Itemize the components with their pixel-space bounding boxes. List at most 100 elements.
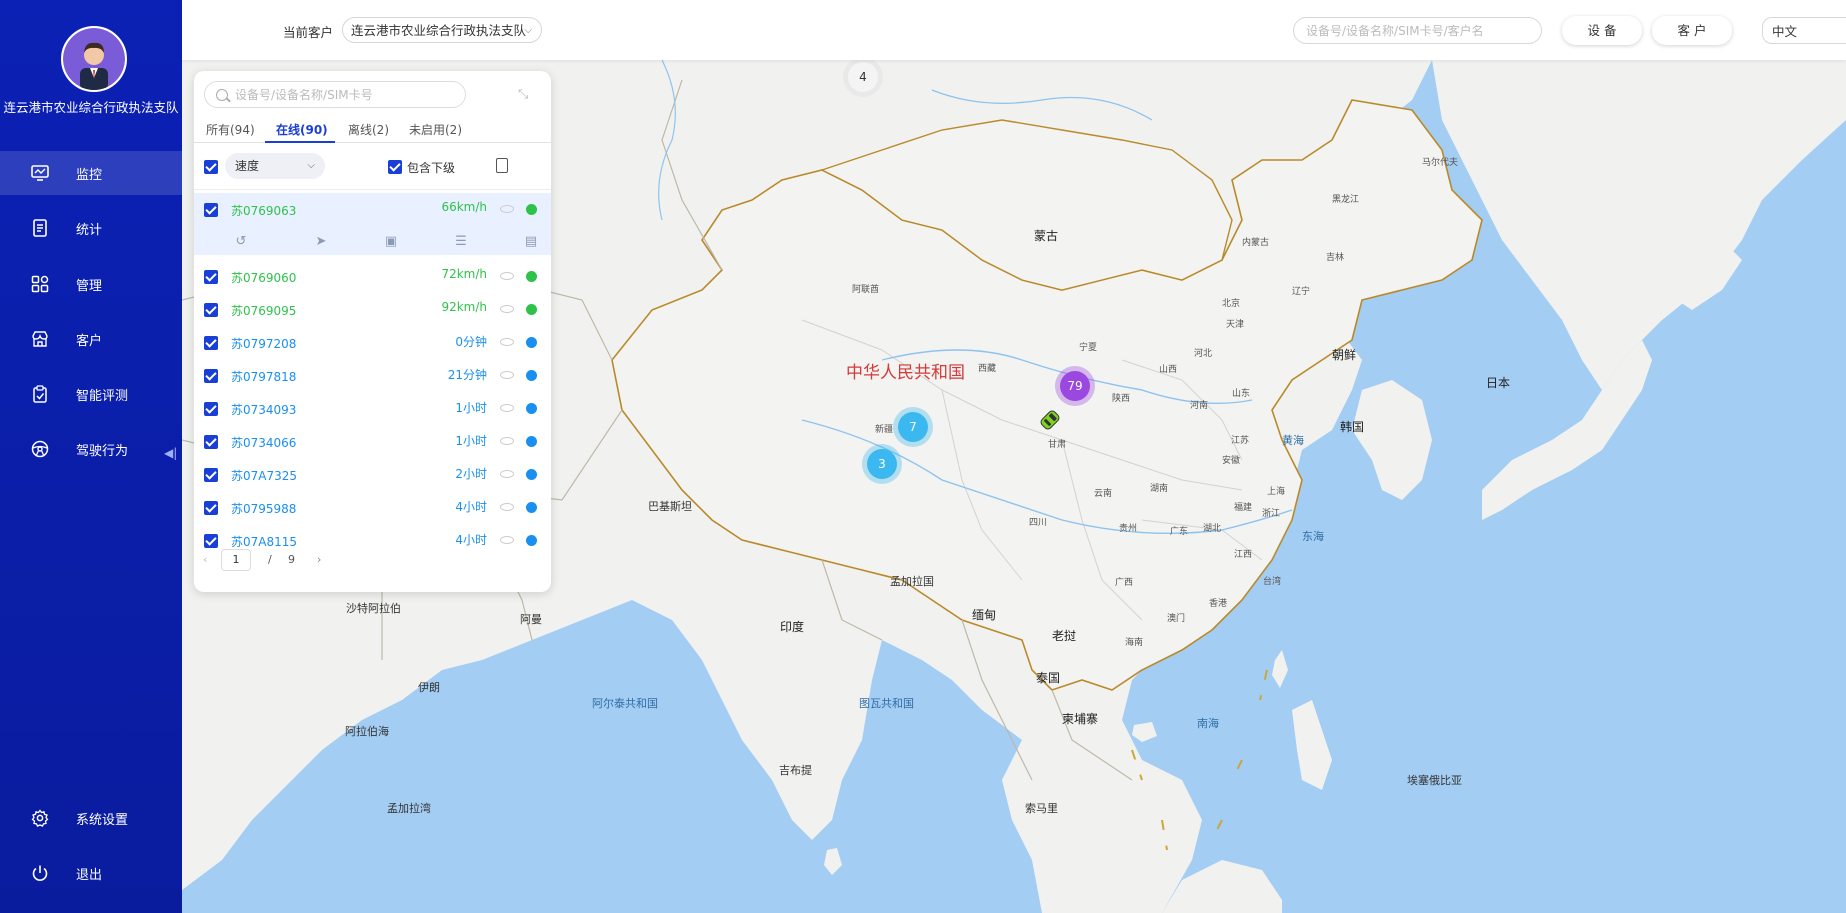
device-row[interactable]: 苏0795988 4小时 [194, 492, 551, 520]
next-page-icon[interactable]: › [317, 553, 321, 566]
device-plate[interactable]: 苏0795988 [231, 500, 296, 517]
sidebar-item-logout[interactable]: 退出 [0, 851, 182, 895]
eye-icon[interactable] [500, 470, 514, 478]
device-row[interactable]: 苏0797208 0分钟 [194, 327, 551, 355]
device-value: 72km/h [441, 267, 487, 281]
device-checkbox[interactable] [204, 203, 218, 217]
map-label: 柬埔寨 [1062, 712, 1099, 726]
eye-icon[interactable] [500, 371, 514, 379]
sidebar-item-statistics[interactable]: 统计 [0, 206, 182, 250]
device-row[interactable]: 苏0769095 92km/h [194, 294, 551, 322]
select-all-checkbox[interactable] [204, 160, 218, 174]
collapse-panel-icon[interactable]: ⤡ [518, 88, 532, 102]
list-view-icon[interactable] [496, 158, 508, 173]
history-icon[interactable]: ↺ [234, 235, 248, 249]
eye-icon[interactable] [500, 536, 514, 544]
device-search-input[interactable]: 设备号/设备名称/SIM卡号 [204, 81, 466, 108]
report-icon[interactable]: ▤ [524, 235, 538, 249]
status-dot [526, 502, 537, 513]
device-plate[interactable]: 苏07A8115 [231, 533, 297, 550]
language-select[interactable]: 中文 [1762, 17, 1846, 44]
device-checkbox[interactable] [204, 402, 218, 416]
map-label: 吉布提 [779, 764, 812, 777]
device-plate[interactable]: 苏0734093 [231, 401, 296, 418]
map-label: 山东 [1232, 389, 1251, 399]
sort-select-value: 速度 [235, 159, 260, 173]
status-dot [526, 403, 537, 414]
device-row[interactable]: 苏0734066 1小时 [194, 426, 551, 454]
device-row[interactable]: 苏0769060 72km/h [194, 261, 551, 289]
device-checkbox[interactable] [204, 270, 218, 284]
include-sub-checkbox[interactable] [388, 160, 402, 174]
map-label: 缅甸 [972, 608, 997, 622]
map-label: 北京 [1222, 299, 1241, 309]
device-row[interactable]: 苏0734093 1小时 [194, 393, 551, 421]
sidebar-item-monitor[interactable]: 监控 [0, 151, 182, 195]
eye-icon[interactable] [500, 437, 514, 445]
device-checkbox[interactable] [204, 303, 218, 317]
map-label: 沙特阿拉伯 [346, 602, 401, 615]
device-plate[interactable]: 苏0769060 [231, 269, 296, 286]
device-checkbox[interactable] [204, 468, 218, 482]
map-label: 新疆 [875, 425, 894, 435]
eye-icon[interactable] [500, 205, 514, 213]
map-label: 广西 [1115, 578, 1134, 588]
map-cluster[interactable]: 3 [867, 449, 897, 479]
map-label: 埃塞俄比亚 [1407, 774, 1462, 787]
map-cluster[interactable]: 79 [1060, 371, 1090, 401]
user-avatar[interactable] [61, 26, 127, 92]
device-plate[interactable]: 苏0797818 [231, 368, 296, 385]
details-icon[interactable]: ☰ [454, 235, 468, 249]
map-label: 安徽 [1222, 456, 1241, 466]
navigate-icon[interactable]: ➤ [314, 235, 328, 249]
map-label: 云南 [1094, 489, 1113, 499]
video-icon[interactable]: ▣ [384, 235, 398, 249]
tab-online[interactable]: 在线(90) [276, 121, 328, 138]
map-label: 陕西 [1112, 394, 1131, 404]
sidebar-item-customer[interactable]: 客户 [0, 317, 182, 361]
map-label: 阿联酋 [852, 285, 880, 295]
page-number-input[interactable]: 1 [221, 549, 251, 571]
cluster-count: 3 [878, 457, 886, 471]
map-label: 孟加拉湾 [387, 802, 431, 815]
sidebar-item-smart-evaluation[interactable]: 智能评测 [0, 372, 182, 416]
status-dot [526, 436, 537, 447]
tab-offline[interactable]: 离线(2) [348, 121, 389, 138]
device-row[interactable]: 苏0797818 21分钟 [194, 360, 551, 388]
map-label: 福建 [1234, 503, 1253, 513]
sort-select[interactable]: 速度 ⌵ [225, 153, 325, 179]
device-row[interactable]: 苏0769063 66km/h ↺ ➤ ▣ ☰ ▤ [194, 193, 551, 255]
device-plate[interactable]: 苏0734066 [231, 434, 296, 451]
eye-icon[interactable] [500, 272, 514, 280]
global-search-input[interactable]: 设备号/设备名称/SIM卡号/客户名 [1293, 17, 1542, 44]
eye-icon[interactable] [500, 305, 514, 313]
map-cluster[interactable]: 7 [898, 412, 928, 442]
vehicle-marker-icon[interactable] [1038, 408, 1062, 432]
tab-not-enabled[interactable]: 未启用(2) [409, 121, 462, 138]
sidebar-item-management[interactable]: 管理 [0, 262, 182, 306]
device-plate[interactable]: 苏07A7325 [231, 467, 297, 484]
eye-icon[interactable] [500, 503, 514, 511]
customer-button[interactable]: 客 户 [1652, 16, 1732, 45]
page-separator: / [268, 553, 272, 566]
eye-icon[interactable] [500, 338, 514, 346]
eye-icon[interactable] [500, 404, 514, 412]
device-button[interactable]: 设 备 [1562, 16, 1642, 45]
device-plate[interactable]: 苏0769095 [231, 302, 296, 319]
device-checkbox[interactable] [204, 534, 218, 548]
cluster-count: 4 [859, 70, 867, 84]
prev-page-icon[interactable]: ‹ [203, 553, 207, 566]
customer-select[interactable]: 连云港市农业综合行政执法支队 ⌵ [342, 17, 542, 43]
device-plate[interactable]: 苏0769063 [231, 202, 296, 219]
sidebar-item-settings[interactable]: 系统设置 [0, 796, 182, 840]
device-plate[interactable]: 苏0797208 [231, 335, 296, 352]
device-checkbox[interactable] [204, 435, 218, 449]
device-checkbox[interactable] [204, 369, 218, 383]
map-cluster[interactable]: 4 [848, 62, 878, 92]
device-row[interactable]: 苏07A7325 2小时 [194, 459, 551, 487]
device-checkbox[interactable] [204, 336, 218, 350]
tab-all[interactable]: 所有(94) [206, 121, 255, 138]
sidebar-item-driving-behavior[interactable]: 驾驶行为 [0, 427, 182, 471]
device-checkbox[interactable] [204, 501, 218, 515]
collapse-sidebar-icon[interactable]: ◀| [164, 446, 178, 466]
